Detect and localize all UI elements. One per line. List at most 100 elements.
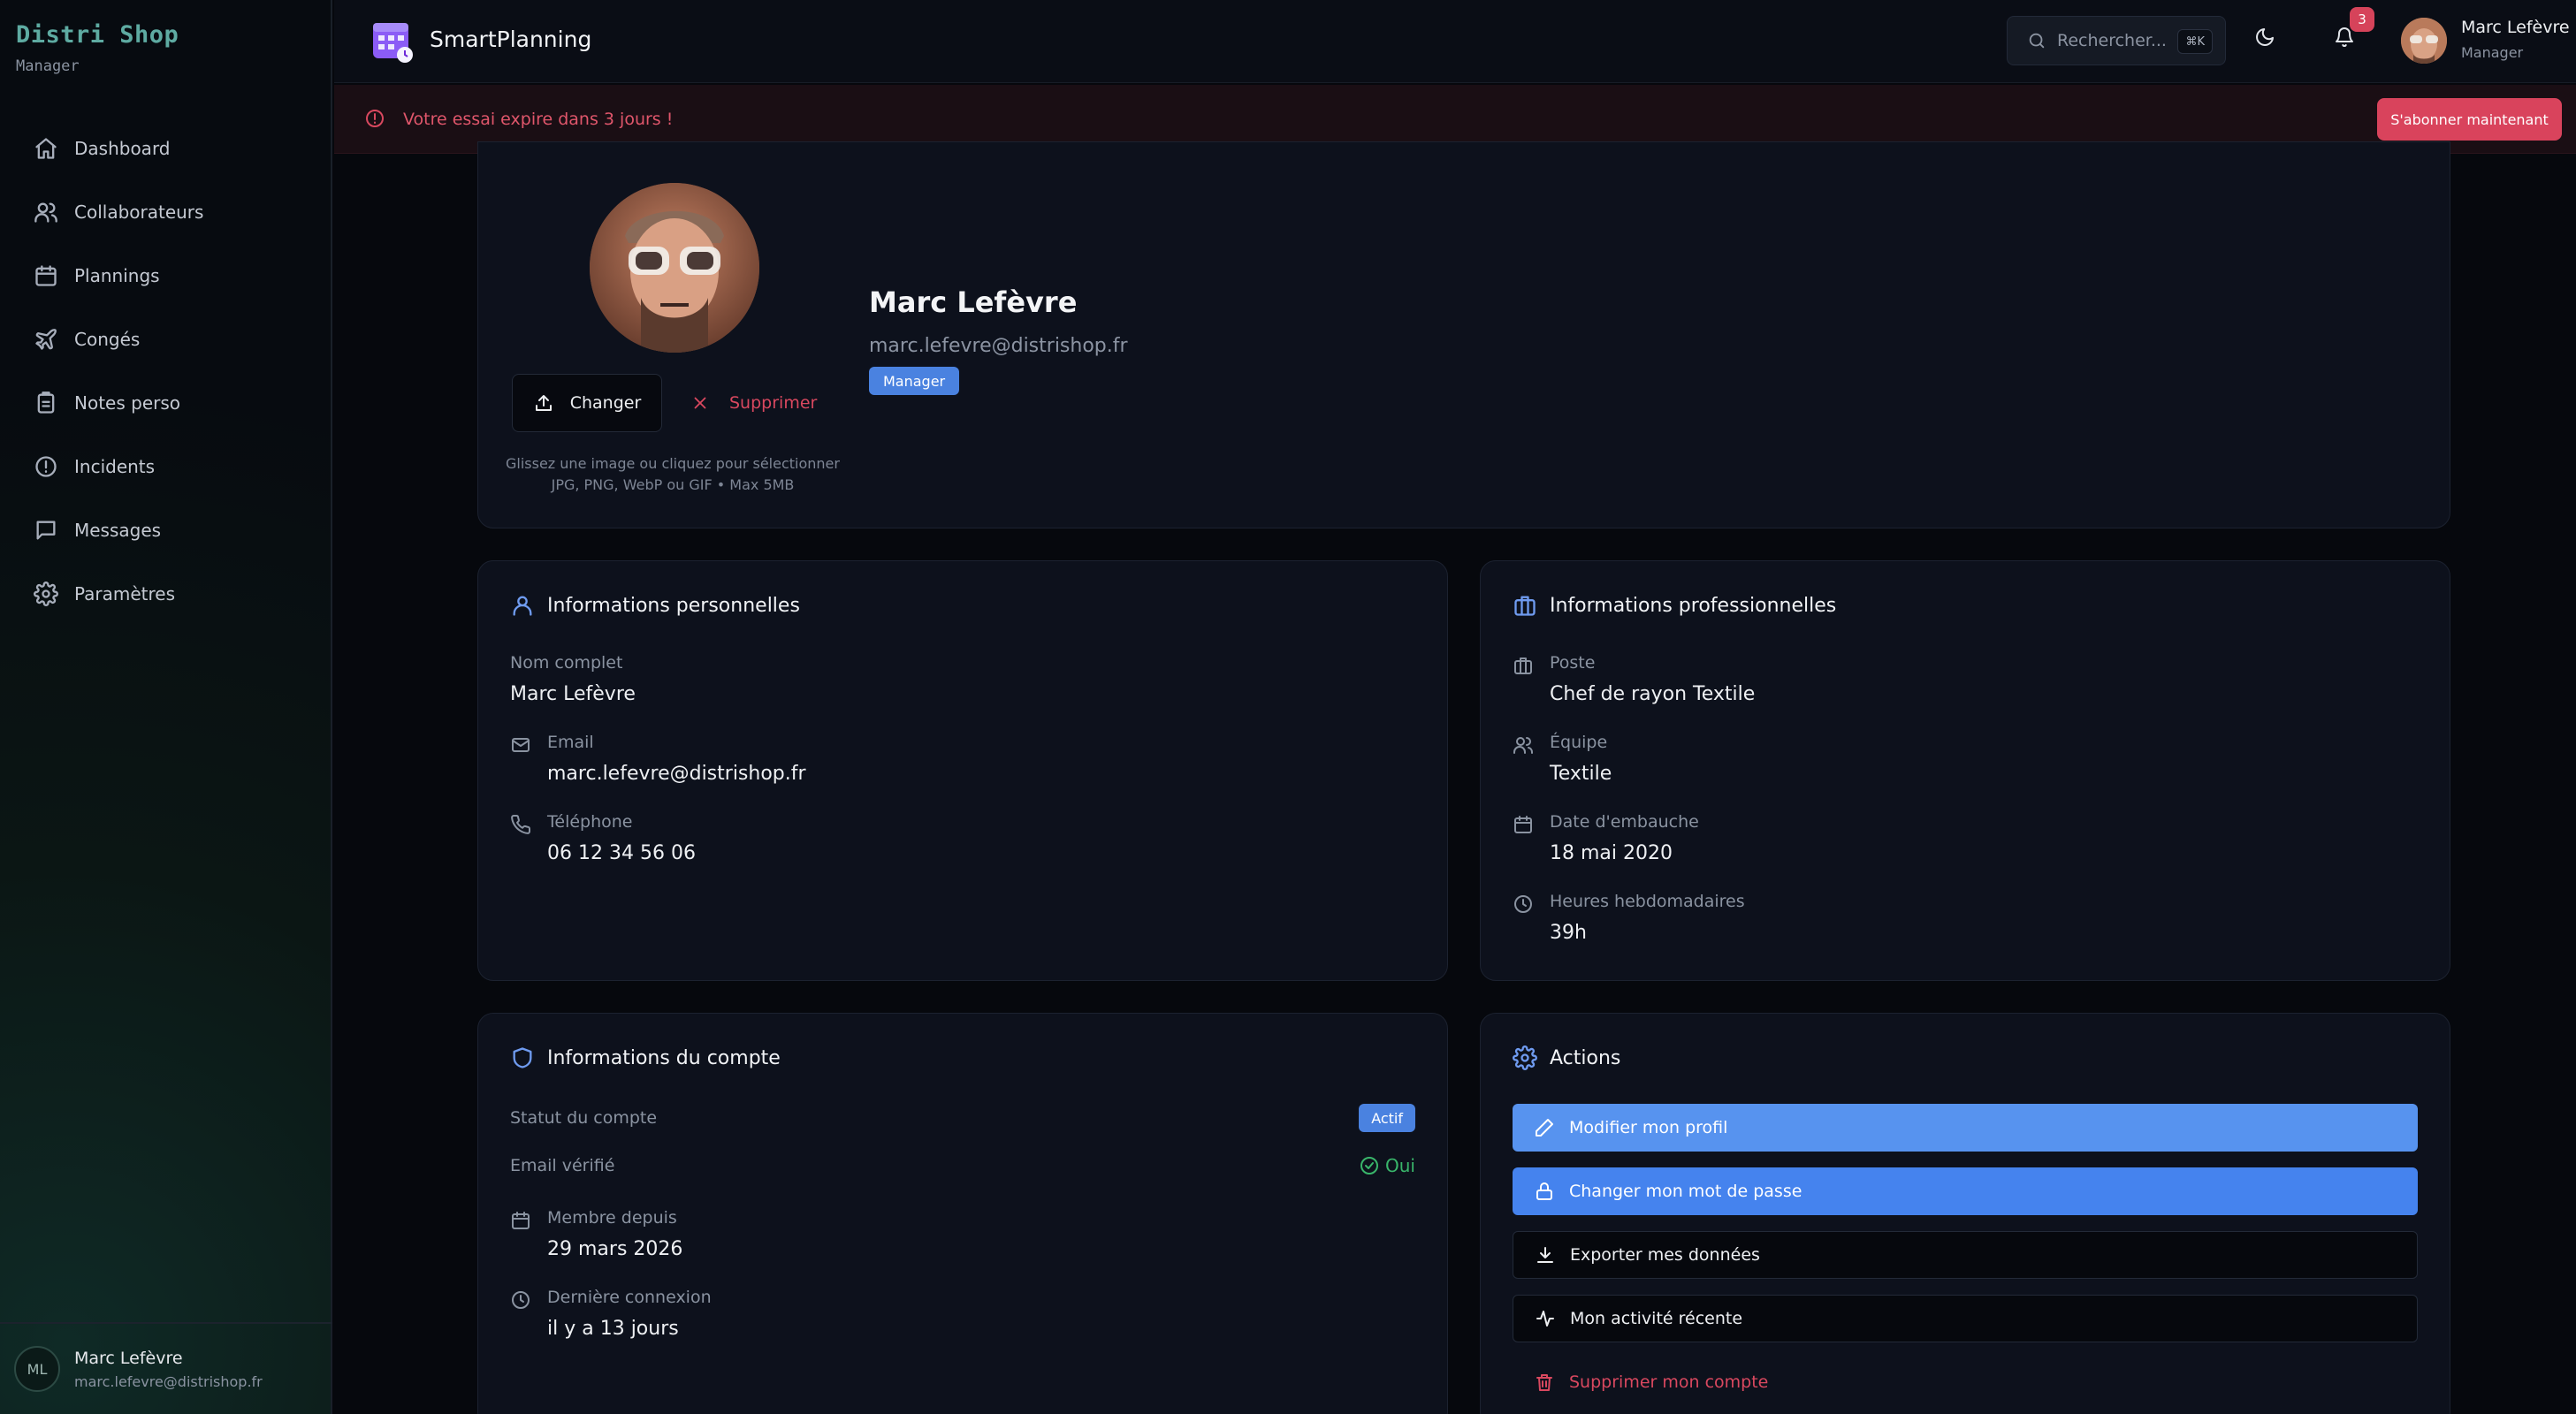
app-name[interactable]: SmartPlanning	[430, 27, 591, 52]
sidebar-item-label: Incidents	[74, 456, 156, 477]
sidebar-item-label: Congés	[74, 329, 141, 350]
weekly-hours-value: 39h	[1550, 922, 1587, 944]
download-icon	[1537, 1247, 1553, 1263]
avatar[interactable]	[2401, 18, 2447, 64]
sidebar-item-label: Dashboard	[74, 138, 171, 159]
full-name-field: Nom complet Marc Lefèvre	[510, 653, 636, 705]
calendar-icon	[512, 1212, 530, 1229]
team-label: Équipe	[1550, 733, 1608, 752]
member-since-label: Membre depuis	[547, 1208, 677, 1228]
change-password-label: Changer mon mot de passe	[1569, 1182, 1802, 1201]
professional-info-title: Informations professionnelles	[1550, 594, 1837, 617]
personal-info-card: Informations personnelles Nom complet Ma…	[477, 560, 1448, 981]
last-login-label: Dernière connexion	[547, 1288, 712, 1307]
moon-icon[interactable]	[2254, 27, 2275, 48]
mail-icon	[512, 738, 530, 752]
brand-role: Manager	[16, 57, 80, 75]
account-status-label: Statut du compte	[510, 1108, 658, 1128]
email-verified-value: Oui	[1385, 1155, 1415, 1176]
edit-profile-label: Modifier mon profil	[1569, 1118, 1728, 1137]
email-value: marc.lefevre@distrishop.fr	[547, 763, 806, 785]
briefcase-icon	[1514, 596, 1536, 616]
position-label: Poste	[1550, 653, 1596, 673]
clock-icon	[512, 1291, 530, 1309]
card-title: Informations personnelles	[510, 593, 800, 618]
upload-hint-formats: JPG, PNG, WebP ou GIF • Max 5MB	[551, 476, 795, 493]
sidebar-user-name: Marc Lefèvre	[74, 1348, 183, 1368]
export-data-button[interactable]: Exporter mes données	[1513, 1231, 2418, 1279]
topbar-user-name: Marc Lefèvre	[2461, 18, 2570, 37]
email-verified-row: Email vérifié Oui	[510, 1155, 1415, 1176]
email-verified-label: Email vérifié	[510, 1156, 615, 1175]
delete-photo-button[interactable]: Supprimer	[690, 374, 823, 432]
lock-icon	[1536, 1182, 1552, 1200]
email-label: Email	[547, 733, 594, 752]
email-verified-status: Oui	[1359, 1155, 1415, 1176]
card-title: Informations du compte	[510, 1045, 781, 1070]
sidebar-item-label: Notes perso	[74, 392, 180, 414]
sidebar-item-plannings[interactable]: Plannings	[19, 244, 313, 308]
brand[interactable]: Distri Shop Manager	[16, 21, 179, 75]
recent-activity-button[interactable]: Mon activité récente	[1513, 1295, 2418, 1342]
team-value: Textile	[1550, 763, 1612, 785]
sidebar-item-notes[interactable]: Notes perso	[19, 371, 313, 435]
sidebar-item-label: Paramètres	[74, 583, 176, 604]
topbar-user[interactable]: Marc Lefèvre Manager	[2461, 18, 2570, 61]
sidebar-user[interactable]: ML Marc Lefèvre marc.lefevre@distrishop.…	[0, 1322, 332, 1414]
hire-date-label: Date d'embauche	[1550, 812, 1699, 832]
role-badge: Manager	[869, 367, 960, 395]
upload-hint-line: Glissez une image ou cliquez pour sélect…	[506, 455, 840, 472]
sidebar-item-incidents[interactable]: Incidents	[19, 435, 313, 498]
card-title: Informations professionnelles	[1513, 593, 1836, 618]
profile-photo[interactable]	[590, 183, 759, 353]
search-icon	[2029, 33, 2045, 49]
sidebar-item-messages[interactable]: Messages	[19, 498, 313, 562]
actions-card: Actions Modifier mon profil Changer mon …	[1480, 1013, 2450, 1414]
hire-date-field: Date d'embauche 18 mai 2020	[1513, 812, 1699, 864]
calendar-logo-icon	[373, 23, 413, 63]
weekly-hours-label: Heures hebdomadaires	[1550, 892, 1745, 911]
search-input[interactable]: Rechercher... ⌘K	[2007, 16, 2226, 65]
sidebar-item-collaborateurs[interactable]: Collaborateurs	[19, 180, 313, 244]
topbar: SmartPlanning Rechercher... ⌘K 3 Marc Le…	[334, 0, 2576, 83]
briefcase-icon	[1514, 658, 1532, 674]
account-info-title: Informations du compte	[547, 1046, 781, 1069]
shield-icon	[513, 1047, 532, 1068]
edit-profile-button[interactable]: Modifier mon profil	[1513, 1104, 2418, 1152]
subscribe-button[interactable]: S'abonner maintenant	[2377, 98, 2562, 141]
weekly-hours-field: Heures hebdomadaires 39h	[1513, 892, 1745, 944]
brand-name: Distri Shop	[16, 21, 179, 49]
change-photo-button[interactable]: Changer	[512, 374, 662, 432]
phone-field: Téléphone 06 12 34 56 06	[510, 812, 696, 864]
user-icon	[513, 596, 532, 616]
upload-icon	[535, 395, 552, 411]
export-data-label: Exporter mes données	[1570, 1245, 1760, 1265]
users-icon	[34, 202, 57, 223]
notification-badge: 3	[2350, 7, 2374, 32]
avatar: ML	[14, 1346, 60, 1392]
change-password-button[interactable]: Changer mon mot de passe	[1513, 1167, 2418, 1215]
full-name-value: Marc Lefèvre	[510, 683, 636, 705]
profile-photo-image	[590, 183, 759, 353]
sidebar-item-dashboard[interactable]: Dashboard	[19, 117, 313, 180]
change-photo-label: Changer	[569, 393, 642, 413]
gear-icon	[34, 582, 58, 606]
activity-icon	[1536, 1311, 1554, 1327]
last-login-value: il y a 13 jours	[547, 1318, 679, 1340]
phone-value: 06 12 34 56 06	[547, 842, 696, 864]
sidebar-item-conges[interactable]: Congés	[19, 308, 313, 371]
alert-circle-icon	[366, 110, 384, 127]
status-badge: Actif	[1359, 1104, 1415, 1132]
delete-account-button[interactable]: Supprimer mon compte	[1513, 1358, 2418, 1406]
account-info-card: Informations du compte Statut du compte …	[477, 1013, 1448, 1414]
phone-icon	[511, 814, 531, 834]
sidebar-item-parametres[interactable]: Paramètres	[19, 562, 313, 626]
close-icon	[694, 397, 706, 409]
position-field: Poste Chef de rayon Textile	[1513, 653, 1755, 705]
profile-email: marc.lefevre@distrishop.fr	[869, 335, 1128, 357]
message-icon	[36, 521, 56, 540]
account-status-row: Statut du compte Actif	[510, 1104, 1415, 1132]
card-title: Actions	[1513, 1045, 1620, 1070]
sidebar: Distri Shop Manager Dashboard Collaborat…	[0, 0, 332, 1414]
sidebar-item-label: Messages	[74, 520, 162, 541]
